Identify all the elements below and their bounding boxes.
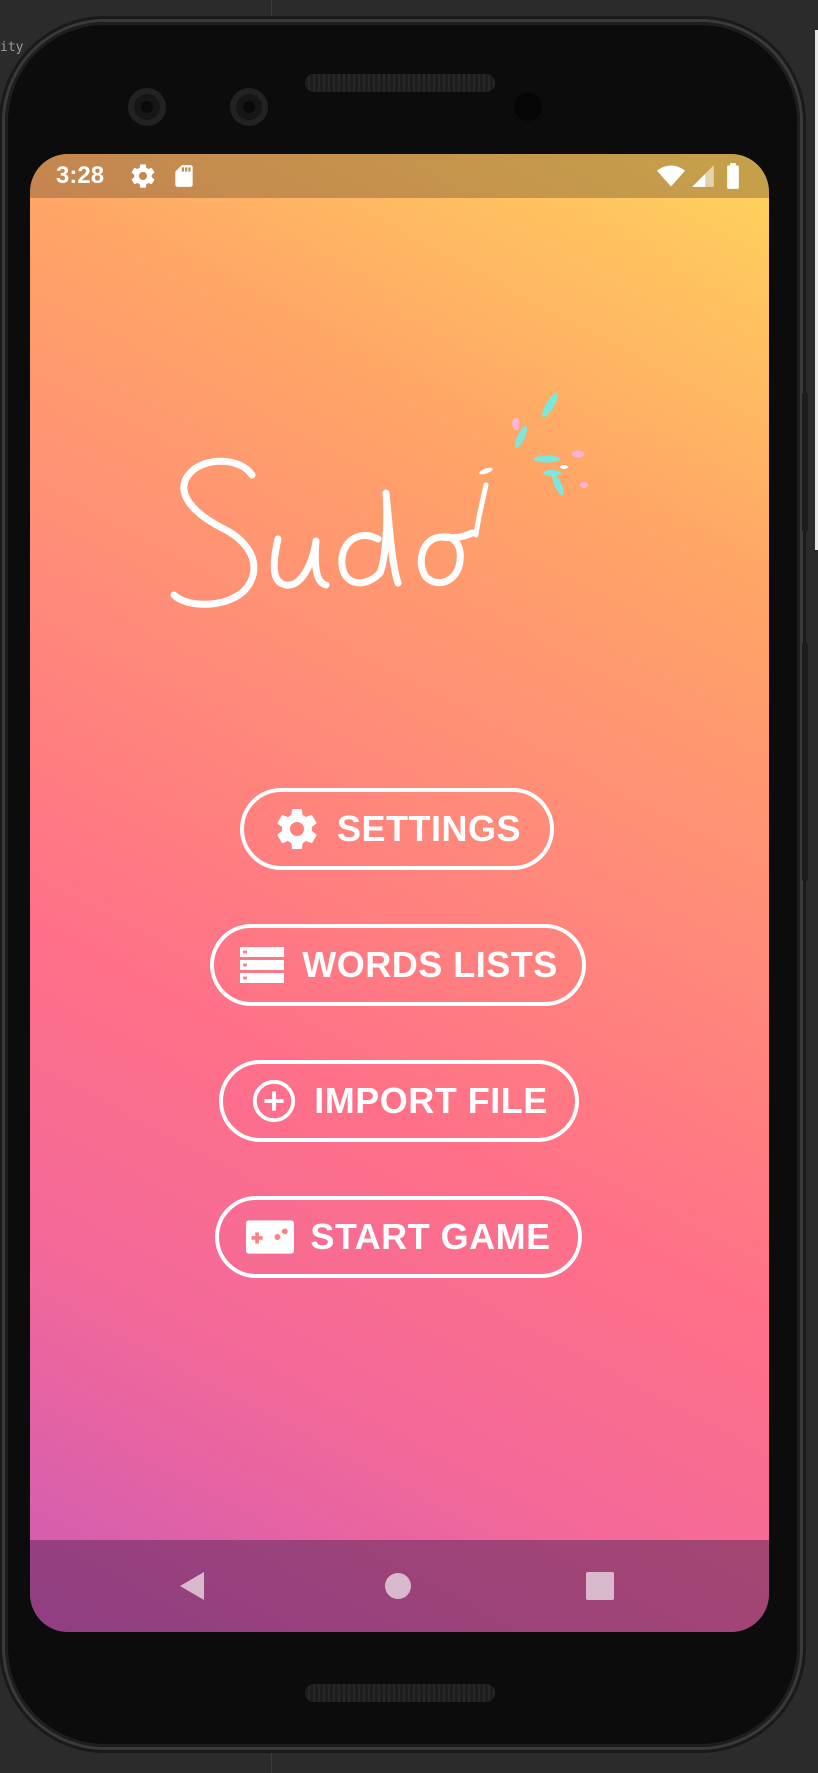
settings-button-label: SETTINGS [336, 808, 522, 849]
navigation-bar [30, 1540, 769, 1632]
start-game-button-label: START GAME [310, 1216, 551, 1257]
sensor-icon [514, 93, 542, 121]
status-time: 3:28 [56, 162, 105, 189]
sd-card-icon [171, 162, 197, 197]
words-lists-button[interactable]: WORDS LISTS [210, 924, 586, 1006]
front-camera-icon [230, 88, 268, 126]
status-bar: 3:28 [30, 154, 769, 198]
list-icon [238, 941, 286, 989]
start-game-button[interactable]: START GAME [215, 1196, 582, 1278]
add-circle-icon [250, 1077, 298, 1125]
app-screen: 3:28 SETTINGS WORDS LISTS IMPORT FILE ST… [30, 154, 769, 1632]
signal-icon [690, 162, 716, 197]
gamepad-icon [246, 1213, 295, 1261]
gear-icon [273, 805, 321, 853]
bottom-speaker [305, 1684, 495, 1702]
home-icon[interactable] [384, 1572, 412, 1605]
words-lists-button-label: WORDS LISTS [302, 944, 558, 985]
recents-icon[interactable] [586, 1572, 614, 1605]
top-speaker [305, 74, 495, 92]
sudo-logo [170, 392, 588, 608]
gear-icon [129, 162, 157, 197]
front-camera-icon [128, 88, 166, 126]
back-icon[interactable] [178, 1570, 206, 1607]
import-file-button-label: IMPORT FILE [314, 1080, 548, 1121]
battery-icon [724, 162, 742, 197]
volume-button [802, 642, 808, 882]
ide-fragment-text: ity [0, 40, 24, 55]
import-file-button[interactable]: IMPORT FILE [219, 1060, 579, 1142]
wifi-icon [655, 162, 687, 197]
settings-button[interactable]: SETTINGS [240, 788, 554, 870]
power-button [802, 392, 808, 532]
